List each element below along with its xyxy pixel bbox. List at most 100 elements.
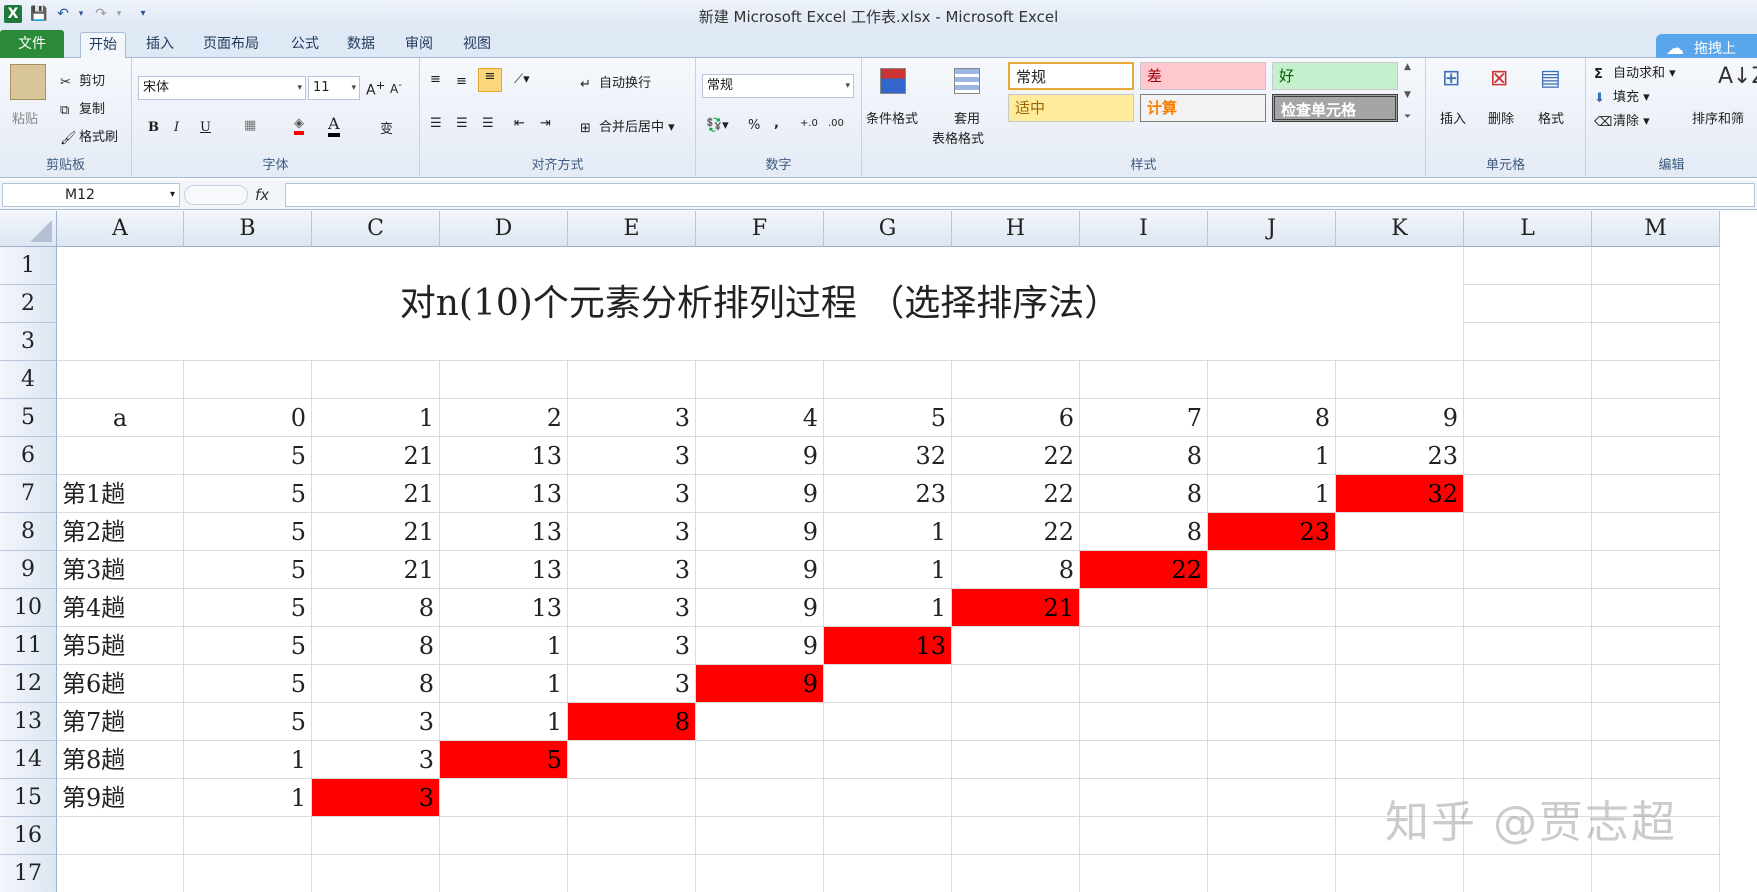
align-center-icon[interactable]: ☰	[456, 116, 468, 131]
value-cell[interactable]: 1	[1208, 475, 1336, 513]
row-header-12[interactable]: 12	[0, 665, 57, 703]
index-cell[interactable]: 4	[696, 399, 824, 437]
cell[interactable]	[1208, 855, 1336, 892]
cell[interactable]	[1464, 361, 1592, 399]
italic-button[interactable]: I	[174, 120, 179, 135]
cell[interactable]	[312, 855, 440, 892]
insert-cells-icon[interactable]: ⊞	[1442, 66, 1460, 91]
cell[interactable]	[1464, 513, 1592, 551]
cell[interactable]	[1208, 665, 1336, 703]
more-styles-icon[interactable]: ⏷	[1404, 112, 1411, 122]
cell[interactable]	[1464, 285, 1592, 323]
table-format-button[interactable]: 套用	[954, 108, 980, 127]
index-cell[interactable]: 1	[312, 399, 440, 437]
value-cell[interactable]: 8	[1080, 513, 1208, 551]
style-good[interactable]: 好	[1272, 62, 1398, 90]
insert-function-button[interactable]: fx	[255, 186, 269, 204]
fill-button[interactable]: ⬇ 填充 ▾	[1594, 86, 1650, 106]
column-header-e[interactable]: E	[568, 211, 696, 247]
cell[interactable]	[1208, 779, 1336, 817]
cell[interactable]	[1592, 437, 1720, 475]
cell[interactable]	[1592, 741, 1720, 779]
value-cell[interactable]: 5	[184, 627, 312, 665]
increase-indent-icon[interactable]: ⇥	[540, 116, 551, 131]
cell[interactable]	[1336, 665, 1464, 703]
value-cell[interactable]: 13	[440, 475, 568, 513]
cell[interactable]	[952, 855, 1080, 892]
value-cell[interactable]: 9	[696, 513, 824, 551]
align-left-icon[interactable]: ☰	[430, 116, 442, 131]
cell[interactable]	[1080, 741, 1208, 779]
pass-label[interactable]: 第3趟	[57, 551, 184, 589]
cell[interactable]	[696, 779, 824, 817]
column-header-b[interactable]: B	[184, 211, 312, 247]
value-cell[interactable]: 5	[184, 475, 312, 513]
tab-review[interactable]: 审阅	[397, 32, 441, 58]
cell[interactable]	[696, 703, 824, 741]
index-cell[interactable]: 5	[824, 399, 952, 437]
index-cell[interactable]: 6	[952, 399, 1080, 437]
format-cells-button[interactable]: 格式	[1538, 108, 1564, 127]
value-cell[interactable]: 21	[312, 513, 440, 551]
initial-value-cell[interactable]: 1	[1208, 437, 1336, 475]
pass-label[interactable]: 第2趟	[57, 513, 184, 551]
paste-button[interactable]: 粘贴	[12, 108, 38, 127]
cell[interactable]	[1080, 665, 1208, 703]
cell[interactable]	[1208, 741, 1336, 779]
align-bottom-icon[interactable]: ≡	[478, 68, 502, 92]
cell[interactable]	[440, 779, 568, 817]
value-cell[interactable]: 1	[184, 741, 312, 779]
index-cell[interactable]: 0	[184, 399, 312, 437]
value-cell[interactable]: 21	[312, 551, 440, 589]
conditional-format-button[interactable]: 条件格式	[866, 108, 918, 127]
cell[interactable]	[1208, 817, 1336, 855]
style-bad[interactable]: 差	[1140, 62, 1266, 90]
initial-value-cell[interactable]: 3	[568, 437, 696, 475]
cell[interactable]	[57, 437, 184, 475]
pass-label[interactable]: 第7趟	[57, 703, 184, 741]
fill-color-icon[interactable]: ◈	[294, 116, 304, 135]
cell[interactable]	[1592, 855, 1720, 892]
highlighted-cell[interactable]: 5	[440, 741, 568, 779]
value-cell[interactable]: 21	[312, 475, 440, 513]
value-cell[interactable]: 3	[568, 589, 696, 627]
column-header-a[interactable]: A	[57, 211, 184, 247]
cell[interactable]	[1592, 513, 1720, 551]
cell[interactable]	[440, 361, 568, 399]
column-header-h[interactable]: H	[952, 211, 1080, 247]
cell[interactable]	[1080, 855, 1208, 892]
borders-icon[interactable]: ▦	[244, 118, 256, 133]
value-cell[interactable]: 9	[696, 627, 824, 665]
cell[interactable]	[1208, 627, 1336, 665]
cell[interactable]	[1080, 817, 1208, 855]
cell[interactable]	[440, 817, 568, 855]
tab-insert[interactable]: 插入	[138, 32, 182, 58]
row-header-11[interactable]: 11	[0, 627, 57, 665]
highlighted-cell[interactable]: 8	[568, 703, 696, 741]
value-cell[interactable]: 8	[312, 665, 440, 703]
cell[interactable]	[696, 361, 824, 399]
cell[interactable]	[696, 855, 824, 892]
value-cell[interactable]: 3	[568, 475, 696, 513]
cell[interactable]	[568, 779, 696, 817]
cell[interactable]	[696, 741, 824, 779]
cell[interactable]	[952, 741, 1080, 779]
cell[interactable]	[1336, 589, 1464, 627]
index-cell[interactable]: 2	[440, 399, 568, 437]
column-header-i[interactable]: I	[1080, 211, 1208, 247]
cell[interactable]	[1464, 323, 1592, 361]
cell[interactable]	[1208, 589, 1336, 627]
initial-value-cell[interactable]: 5	[184, 437, 312, 475]
value-cell[interactable]: 3	[312, 703, 440, 741]
cell[interactable]	[952, 817, 1080, 855]
value-cell[interactable]: 9	[696, 475, 824, 513]
highlighted-cell[interactable]: 9	[696, 665, 824, 703]
value-cell[interactable]: 3	[568, 551, 696, 589]
style-check-cell[interactable]: 检查单元格	[1272, 94, 1398, 122]
value-cell[interactable]: 22	[952, 475, 1080, 513]
initial-value-cell[interactable]: 22	[952, 437, 1080, 475]
formula-input[interactable]	[285, 183, 1755, 207]
cell[interactable]	[1336, 551, 1464, 589]
tab-page-layout[interactable]: 页面布局	[195, 32, 267, 58]
cell[interactable]	[1080, 703, 1208, 741]
